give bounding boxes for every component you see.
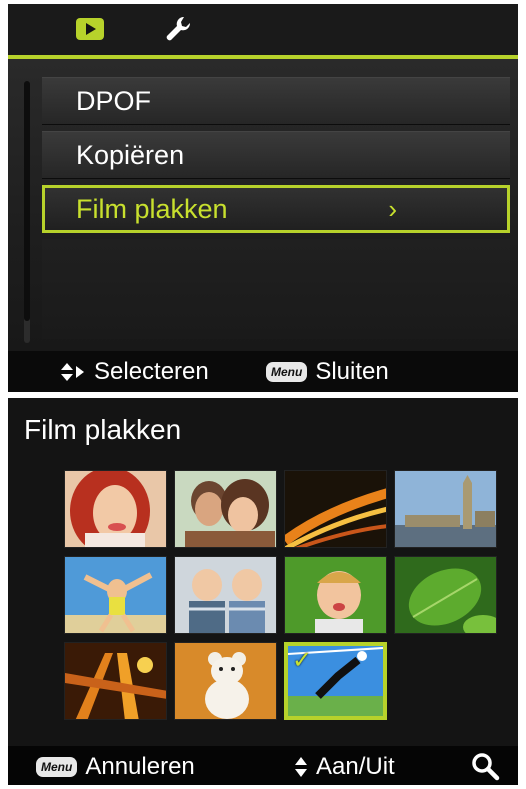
up-down-arrows-icon — [61, 363, 84, 381]
chevron-right-icon: › — [388, 194, 397, 224]
cancel-label: Annuleren — [85, 753, 195, 780]
menu-item-film-plakken[interactable]: Film plakken › — [42, 185, 510, 233]
thumbnail-green-leaves[interactable] — [394, 556, 497, 634]
image-beach-jump — [65, 557, 166, 633]
help-bar: Selecteren Menu Sluiten — [8, 351, 518, 392]
image-city-skyline — [395, 471, 496, 547]
thumbnail-soccer-goalkeeper[interactable]: ✓ — [284, 642, 387, 720]
menu-key-icon: Menu — [266, 362, 308, 382]
camera-menu-screen: DPOF Kopiëren Film plakken › Selecteren … — [8, 4, 518, 392]
thumbnail-woman-portrait[interactable] — [64, 470, 167, 548]
thumbnail-city-skyline[interactable] — [394, 470, 497, 548]
menu-list: DPOF Kopiëren Film plakken › — [8, 59, 518, 351]
thumbnail-two-children[interactable] — [174, 556, 277, 634]
image-two-children — [175, 557, 276, 633]
image-amusement-ride — [65, 643, 166, 719]
thumbnail-toddler-on-grass[interactable] — [284, 556, 387, 634]
thumbnail-beach-jump[interactable] — [64, 556, 167, 634]
footer-toggle[interactable]: Aan/Uit — [294, 753, 395, 781]
film-plakken-screen: Film plakken ✓ Menu Annuleren Aan/Uit — [8, 398, 518, 785]
image-green-leaves — [395, 557, 496, 633]
image-teddy-bear — [175, 643, 276, 719]
help-select-label: Selecteren — [94, 358, 209, 385]
checkmark-icon: ✓ — [292, 647, 313, 674]
playback-icon — [76, 18, 104, 40]
page-title: Film plakken — [24, 414, 182, 445]
toggle-label: Aan/Uit — [316, 753, 395, 780]
menu-item-label: Film plakken — [76, 193, 228, 224]
menu-item-kopieren[interactable]: Kopiëren — [42, 131, 510, 179]
tab-bar — [8, 4, 518, 59]
image-woman-portrait — [65, 471, 166, 547]
thumbnail-amusement-ride[interactable] — [64, 642, 167, 720]
menu-empty-area — [42, 239, 510, 339]
menu-key-icon: Menu — [36, 757, 78, 777]
tab-playback[interactable] — [70, 14, 110, 44]
help-select: Selecteren — [60, 358, 209, 386]
thumbnail-teddy-bear[interactable] — [174, 642, 277, 720]
magnifier-icon — [472, 753, 500, 781]
menu-item-label: Kopiëren — [76, 139, 185, 170]
menu-item-dpof[interactable]: DPOF — [42, 77, 510, 125]
help-close: Menu Sluiten — [266, 358, 389, 386]
tab-setup[interactable] — [158, 14, 198, 44]
zoom-button[interactable] — [470, 751, 500, 781]
footer-bar: Menu Annuleren Aan/Uit — [8, 746, 518, 785]
thumbnail-couple-portrait[interactable] — [174, 470, 277, 548]
thumbnail-grid: ✓ — [64, 470, 504, 726]
thumbnail-night-traffic[interactable] — [284, 470, 387, 548]
up-down-icon — [295, 757, 307, 777]
wrench-icon — [166, 16, 191, 41]
image-toddler-on-grass — [285, 557, 386, 633]
image-couple-portrait — [175, 471, 276, 547]
scrollbar-thumb[interactable] — [24, 81, 30, 321]
image-night-traffic — [285, 471, 386, 547]
footer-cancel[interactable]: Menu Annuleren — [36, 753, 195, 781]
help-close-label: Sluiten — [315, 358, 389, 385]
menu-item-label: DPOF — [76, 85, 152, 116]
